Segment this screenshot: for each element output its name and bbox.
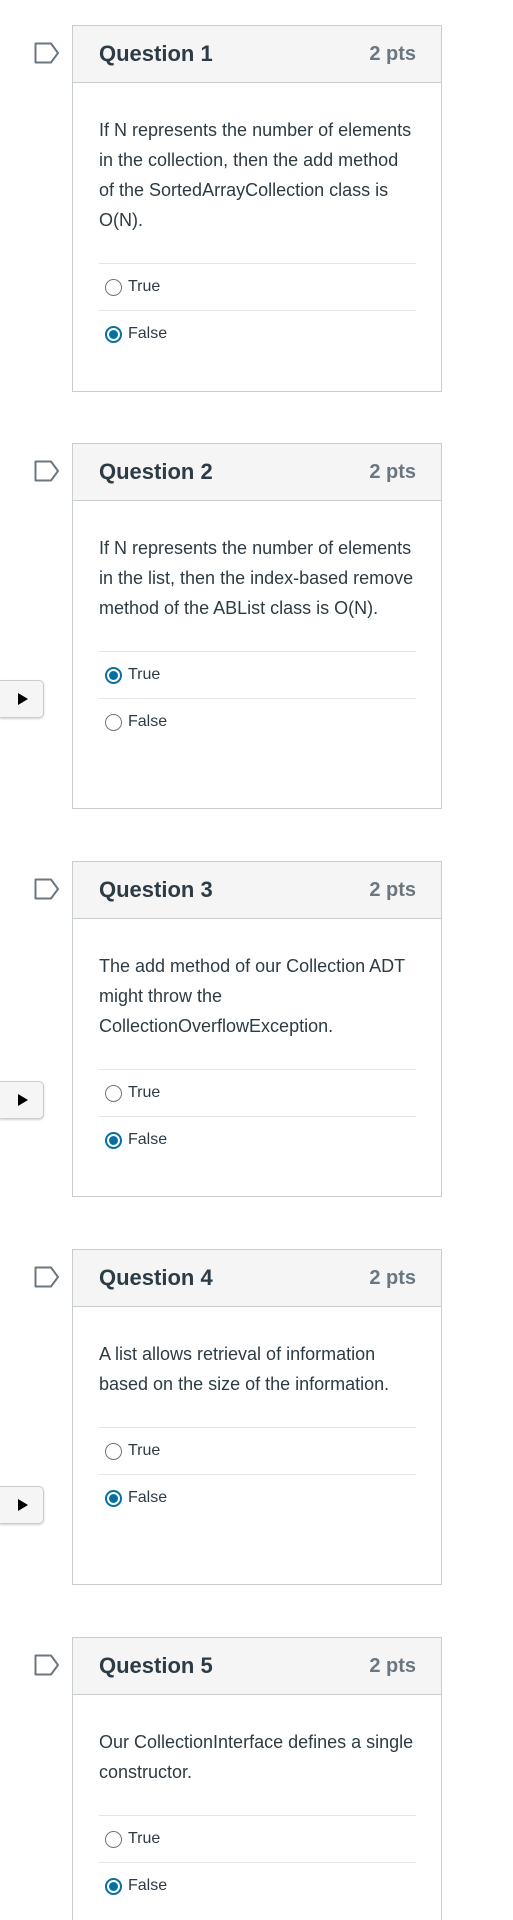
radio-button[interactable] bbox=[105, 1877, 122, 1895]
question-title: Question 4 bbox=[99, 1265, 213, 1290]
radio-button[interactable] bbox=[105, 713, 122, 731]
question-card-1: Question 1 2 pts If N represents the num… bbox=[72, 25, 442, 392]
answer-option-false[interactable]: False bbox=[99, 1117, 416, 1163]
answer-option-false[interactable]: False bbox=[99, 1863, 416, 1909]
answer-list: True False bbox=[99, 651, 416, 745]
answer-label: True bbox=[128, 1442, 161, 1459]
radio-button[interactable] bbox=[105, 666, 122, 684]
answer-label: False bbox=[128, 1489, 168, 1506]
question-text: If N represents the number of elements i… bbox=[99, 538, 414, 618]
answer-option-true[interactable]: True bbox=[99, 1070, 416, 1117]
question-points: 2 pts bbox=[369, 1266, 416, 1289]
answer-list: True False bbox=[99, 263, 416, 357]
answer-label: False bbox=[128, 713, 168, 730]
question-title: Question 1 bbox=[99, 41, 213, 66]
question-body: If N represents the number of elements i… bbox=[73, 501, 441, 745]
answer-label: True bbox=[128, 1830, 161, 1847]
answer-option-true[interactable]: True bbox=[99, 1816, 416, 1863]
question-card-3: Question 3 2 pts The add method of our C… bbox=[72, 861, 442, 1197]
radio-button[interactable] bbox=[105, 1489, 122, 1507]
play-button[interactable] bbox=[0, 1081, 44, 1119]
radio-button[interactable] bbox=[105, 1830, 122, 1848]
answer-list: True False bbox=[99, 1427, 416, 1521]
radio-button[interactable] bbox=[105, 1084, 122, 1102]
answer-option-true[interactable]: True bbox=[99, 1428, 416, 1475]
answer-option-false[interactable]: False bbox=[99, 311, 416, 357]
question-points: 2 pts bbox=[369, 878, 416, 901]
answer-list: True False bbox=[99, 1069, 416, 1163]
quiz-page: Question 1 2 pts If N represents the num… bbox=[0, 0, 513, 1920]
answer-option-false[interactable]: False bbox=[99, 699, 416, 745]
question-points: 2 pts bbox=[369, 460, 416, 483]
answer-label: True bbox=[128, 666, 161, 683]
flag-question-2-icon[interactable] bbox=[34, 460, 60, 482]
question-header: Question 3 2 pts bbox=[73, 862, 441, 919]
flag-question-1-icon[interactable] bbox=[34, 42, 60, 64]
question-text: The add method of our Collection ADT mig… bbox=[99, 956, 405, 1036]
play-button[interactable] bbox=[0, 680, 44, 718]
question-header: Question 2 2 pts bbox=[73, 444, 441, 501]
answer-list: True False bbox=[99, 1815, 416, 1909]
answer-label: False bbox=[128, 1877, 168, 1894]
play-button[interactable] bbox=[0, 1486, 44, 1524]
answer-label: True bbox=[128, 278, 161, 295]
question-body: Our CollectionInterface defines a single… bbox=[73, 1695, 441, 1909]
question-header: Question 5 2 pts bbox=[73, 1638, 441, 1695]
play-triangle-icon bbox=[18, 1094, 28, 1106]
question-card-2: Question 2 2 pts If N represents the num… bbox=[72, 443, 442, 809]
question-title: Question 2 bbox=[99, 459, 213, 484]
question-title: Question 5 bbox=[99, 1653, 213, 1678]
answer-option-true[interactable]: True bbox=[99, 264, 416, 311]
question-points: 2 pts bbox=[369, 1654, 416, 1677]
play-triangle-icon bbox=[18, 1499, 28, 1511]
flag-question-5-icon[interactable] bbox=[34, 1654, 60, 1676]
answer-label: False bbox=[128, 325, 168, 342]
flag-question-3-icon[interactable] bbox=[34, 878, 60, 900]
question-text: If N represents the number of elements i… bbox=[99, 120, 412, 230]
radio-button[interactable] bbox=[105, 1131, 122, 1149]
radio-button[interactable] bbox=[105, 1442, 122, 1460]
question-header: Question 4 2 pts bbox=[73, 1250, 441, 1307]
question-body: If N represents the number of elements i… bbox=[73, 83, 441, 357]
question-body: The add method of our Collection ADT mig… bbox=[73, 919, 441, 1163]
play-triangle-icon bbox=[18, 693, 28, 705]
answer-option-true[interactable]: True bbox=[99, 652, 416, 699]
question-card-5: Question 5 2 pts Our CollectionInterface… bbox=[72, 1637, 442, 1920]
flag-question-4-icon[interactable] bbox=[34, 1266, 60, 1288]
answer-label: False bbox=[128, 1131, 168, 1148]
question-card-4: Question 4 2 pts A list allows retrieval… bbox=[72, 1249, 442, 1585]
question-title: Question 3 bbox=[99, 877, 213, 902]
question-text: A list allows retrieval of information b… bbox=[99, 1344, 390, 1394]
radio-button[interactable] bbox=[105, 278, 122, 296]
answer-label: True bbox=[128, 1084, 161, 1101]
question-body: A list allows retrieval of information b… bbox=[73, 1307, 441, 1521]
answer-option-false[interactable]: False bbox=[99, 1475, 416, 1521]
question-points: 2 pts bbox=[369, 42, 416, 65]
question-header: Question 1 2 pts bbox=[73, 26, 441, 83]
radio-button[interactable] bbox=[105, 325, 122, 343]
question-text: Our CollectionInterface defines a single… bbox=[99, 1732, 414, 1782]
